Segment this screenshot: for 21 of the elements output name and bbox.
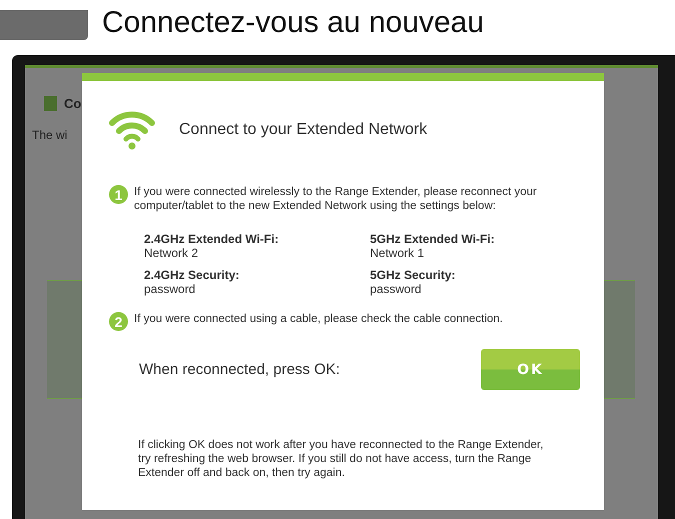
setting-label: 2.4GHz Extended Wi-Fi: bbox=[144, 232, 280, 246]
step-text: If you were connected using a cable, please check the cable connection. bbox=[134, 312, 503, 326]
page-title: Connectez-vous au nouveau bbox=[102, 6, 484, 40]
prompt-text: When reconnected, press OK: bbox=[139, 361, 340, 378]
setting-value: password bbox=[370, 282, 422, 296]
setting-label: 2.4GHz Security: bbox=[144, 268, 240, 282]
section-heading: Co bbox=[64, 96, 82, 111]
setting-label: 5GHz Security: bbox=[370, 268, 456, 282]
setting-value: Network 1 bbox=[370, 246, 426, 260]
setting-value: Network 2 bbox=[144, 246, 200, 260]
step-number: 2 bbox=[109, 312, 128, 331]
step-number: 1 bbox=[109, 185, 128, 204]
wifi-icon bbox=[109, 109, 155, 151]
dialog-title: Connect to your Extended Network bbox=[179, 121, 428, 139]
description-text: The wi bbox=[32, 128, 68, 142]
setting-value: password bbox=[144, 282, 196, 296]
ok-button[interactable]: OK bbox=[481, 349, 580, 390]
setting-label: 5GHz Extended Wi-Fi: bbox=[370, 232, 496, 246]
help-text: If clicking OK does not work after you have reconnected to the Range Extender, try refreshing the web browser. If you still do not have access, turn the Range Extender off and back on, then try again. bbox=[138, 438, 544, 480]
step-text: If you were connected wirelessly to the Range Extender, please reconnect your computer/tablet to the new Extended Network using the settings below: bbox=[134, 185, 538, 213]
section-marker-icon bbox=[44, 96, 57, 111]
